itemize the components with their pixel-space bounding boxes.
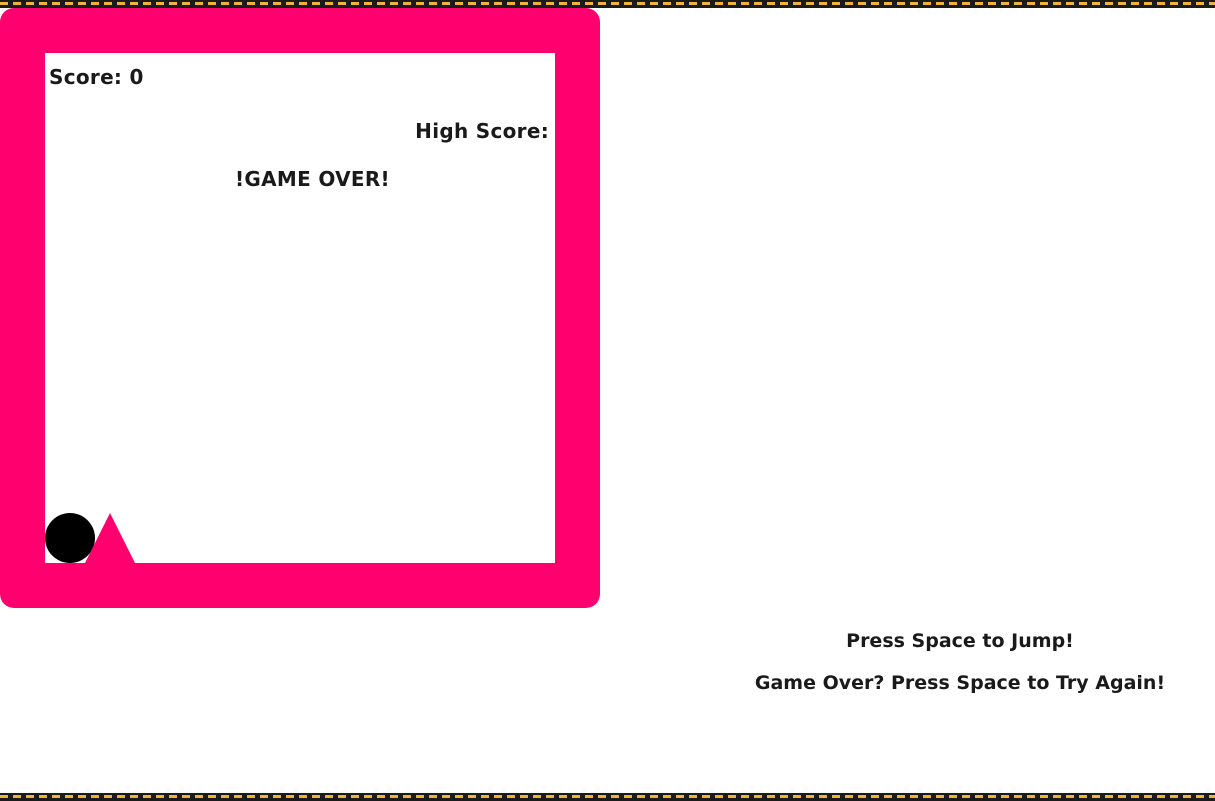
- spike-obstacle: [85, 513, 135, 563]
- top-border-dashes: [0, 2, 1215, 5]
- top-border: [0, 0, 1215, 8]
- bottom-border: [0, 793, 1215, 801]
- retry-instruction: Game Over? Press Space to Try Again!: [754, 672, 1166, 694]
- game-canvas[interactable]: Score: 0 High Score: !GAME OVER!: [45, 53, 555, 563]
- game-over-message: !GAME OVER!: [235, 167, 390, 191]
- game-frame: Score: 0 High Score: !GAME OVER!: [0, 8, 600, 608]
- score-label: Score: 0: [49, 65, 144, 89]
- bottom-border-dashes: [0, 795, 1215, 798]
- jump-instruction: Press Space to Jump!: [846, 630, 1074, 652]
- high-score-label: High Score:: [415, 119, 549, 143]
- instructions-panel: Press Space to Jump! Game Over? Press Sp…: [700, 630, 1215, 714]
- game-page: Score: 0 High Score: !GAME OVER! Press S…: [0, 0, 1215, 801]
